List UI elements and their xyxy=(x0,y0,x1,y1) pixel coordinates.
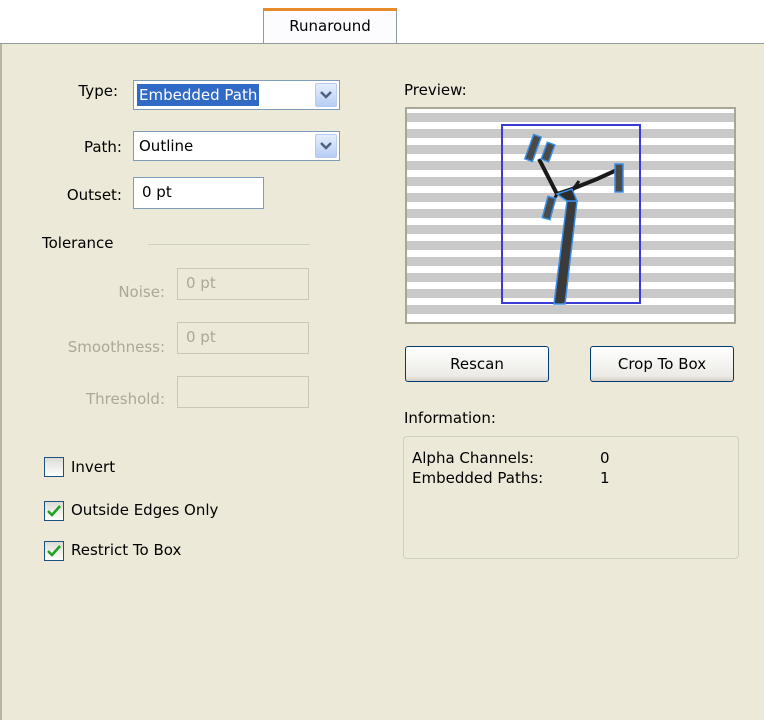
embedded-paths-value: 1 xyxy=(600,469,610,487)
noise-field[interactable]: 0 pt xyxy=(177,268,309,300)
path-dropdown[interactable]: Outline xyxy=(133,131,340,161)
invert-checkbox[interactable] xyxy=(44,457,64,477)
type-dropdown[interactable]: Embedded Path xyxy=(133,80,340,110)
preview-pane xyxy=(405,107,736,324)
smoothness-label: Smoothness: xyxy=(67,338,165,356)
tab-label: Runaround xyxy=(289,17,371,35)
outset-label: Outset: xyxy=(66,186,122,204)
crop-to-box-button[interactable]: Crop To Box xyxy=(590,346,734,382)
type-label: Type: xyxy=(78,82,118,100)
restrict-to-box-label[interactable]: Restrict To Box xyxy=(71,541,181,559)
path-label: Path: xyxy=(83,138,122,156)
invert-label[interactable]: Invert xyxy=(71,458,115,476)
alpha-channels-label: Alpha Channels: xyxy=(412,449,534,467)
embedded-paths-label: Embedded Paths: xyxy=(412,469,544,487)
noise-label: Noise: xyxy=(118,283,165,301)
outside-edges-only-label[interactable]: Outside Edges Only xyxy=(71,501,218,519)
tolerance-title: Tolerance xyxy=(42,234,114,252)
restrict-to-box-checkbox[interactable] xyxy=(44,541,64,561)
information-label: Information: xyxy=(404,409,496,427)
rescan-button[interactable]: Rescan xyxy=(405,346,549,382)
type-value: Embedded Path xyxy=(137,84,260,106)
path-value: Outline xyxy=(139,137,194,155)
tolerance-divider xyxy=(148,244,310,245)
smoothness-field[interactable]: 0 pt xyxy=(177,322,309,354)
outside-edges-only-checkbox[interactable] xyxy=(44,501,64,521)
outset-field[interactable]: 0 pt xyxy=(133,177,264,209)
chevron-down-icon[interactable] xyxy=(315,83,337,107)
alpha-channels-value: 0 xyxy=(600,449,610,467)
threshold-field[interactable] xyxy=(177,376,309,408)
tab-runaround[interactable]: Runaround xyxy=(263,8,397,44)
checkmark-icon xyxy=(47,545,61,557)
information-box: Alpha Channels: 0 Embedded Paths: 1 xyxy=(403,436,739,559)
chevron-down-icon[interactable] xyxy=(315,134,337,158)
tab-strip: Runaround xyxy=(0,0,764,44)
checkmark-icon xyxy=(47,505,61,517)
threshold-label: Threshold: xyxy=(86,390,165,408)
preview-label: Preview: xyxy=(404,81,467,99)
preview-image xyxy=(407,109,734,322)
